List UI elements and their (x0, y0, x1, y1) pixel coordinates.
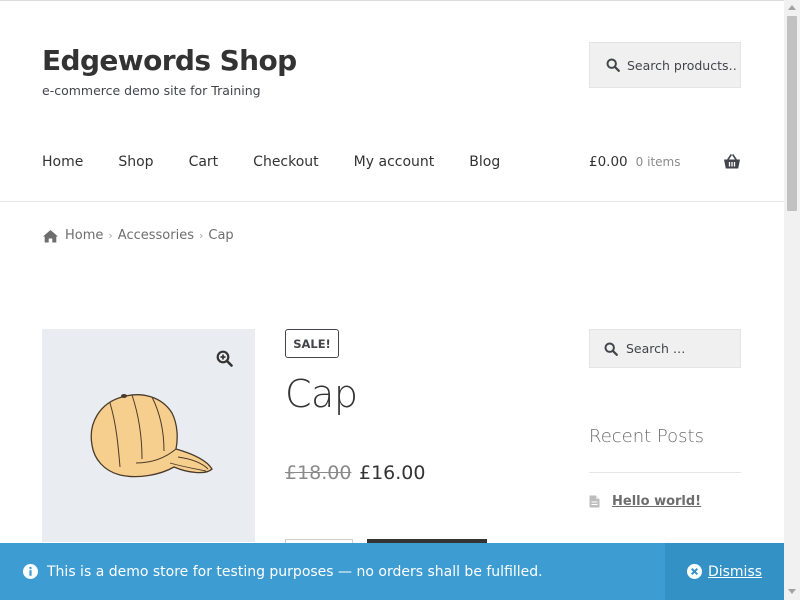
nav-item-blog[interactable]: Blog (469, 154, 500, 170)
dismiss-button[interactable]: Dismiss (665, 543, 784, 600)
main-navigation: Home Shop Cart Checkout My account Blog (42, 154, 535, 170)
product-gallery[interactable] (42, 329, 255, 542)
scroll-up-arrow[interactable] (788, 5, 796, 10)
header-cart[interactable]: £0.00 0 items (589, 154, 741, 170)
cap-image (90, 394, 213, 478)
price-sale: £16.00 (359, 462, 426, 484)
breadcrumb-accessories[interactable]: Accessories (118, 228, 194, 243)
page: Edgewords Shop e-commerce demo site for … (0, 0, 784, 600)
document-icon (589, 495, 600, 508)
header-search-box[interactable] (589, 42, 741, 88)
header-divider (0, 201, 784, 202)
nav-item-shop[interactable]: Shop (118, 154, 153, 170)
demo-store-notice: This is a demo store for testing purpose… (0, 543, 784, 600)
recent-posts-title: Recent Posts (589, 426, 704, 447)
breadcrumb-current: Cap (208, 228, 234, 243)
sale-badge: SALE! (285, 329, 339, 358)
recent-post-item: Hello world! (589, 494, 701, 509)
site-description: e-commerce demo site for Training (42, 83, 261, 98)
page-scrollbar[interactable] (784, 0, 800, 600)
home-icon (43, 229, 58, 242)
dismiss-link[interactable]: Dismiss (708, 564, 762, 580)
basket-icon (724, 154, 740, 169)
breadcrumb-home[interactable]: Home (65, 228, 103, 243)
recent-posts-divider (589, 472, 741, 473)
search-icon (604, 342, 618, 356)
scroll-thumb[interactable] (787, 16, 797, 211)
price-original: £18.00 (285, 462, 352, 484)
product-title: Cap (285, 372, 358, 416)
sidebar-search-box[interactable] (589, 329, 741, 368)
cart-count: 0 items (635, 155, 681, 169)
recent-post-link[interactable]: Hello world! (612, 494, 701, 509)
search-icon (606, 58, 620, 72)
nav-item-home[interactable]: Home (42, 154, 83, 170)
notice-text: This is a demo store for testing purpose… (47, 563, 543, 580)
nav-item-cart[interactable]: Cart (189, 154, 219, 170)
zoom-icon[interactable] (216, 350, 233, 367)
breadcrumb-separator: › (198, 229, 204, 242)
nav-item-my-account[interactable]: My account (354, 154, 435, 170)
cart-amount: £0.00 (589, 154, 628, 170)
header-search-input[interactable] (627, 57, 737, 73)
site-title[interactable]: Edgewords Shop (42, 44, 297, 77)
nav-item-checkout[interactable]: Checkout (253, 154, 319, 170)
breadcrumb: Home › Accessories › Cap (42, 228, 234, 243)
info-icon (23, 564, 38, 579)
breadcrumb-separator: › (108, 229, 113, 242)
top-border (0, 0, 784, 1)
sidebar-search-input[interactable] (626, 341, 736, 356)
scroll-down-arrow[interactable] (788, 589, 796, 594)
close-icon (686, 564, 702, 579)
